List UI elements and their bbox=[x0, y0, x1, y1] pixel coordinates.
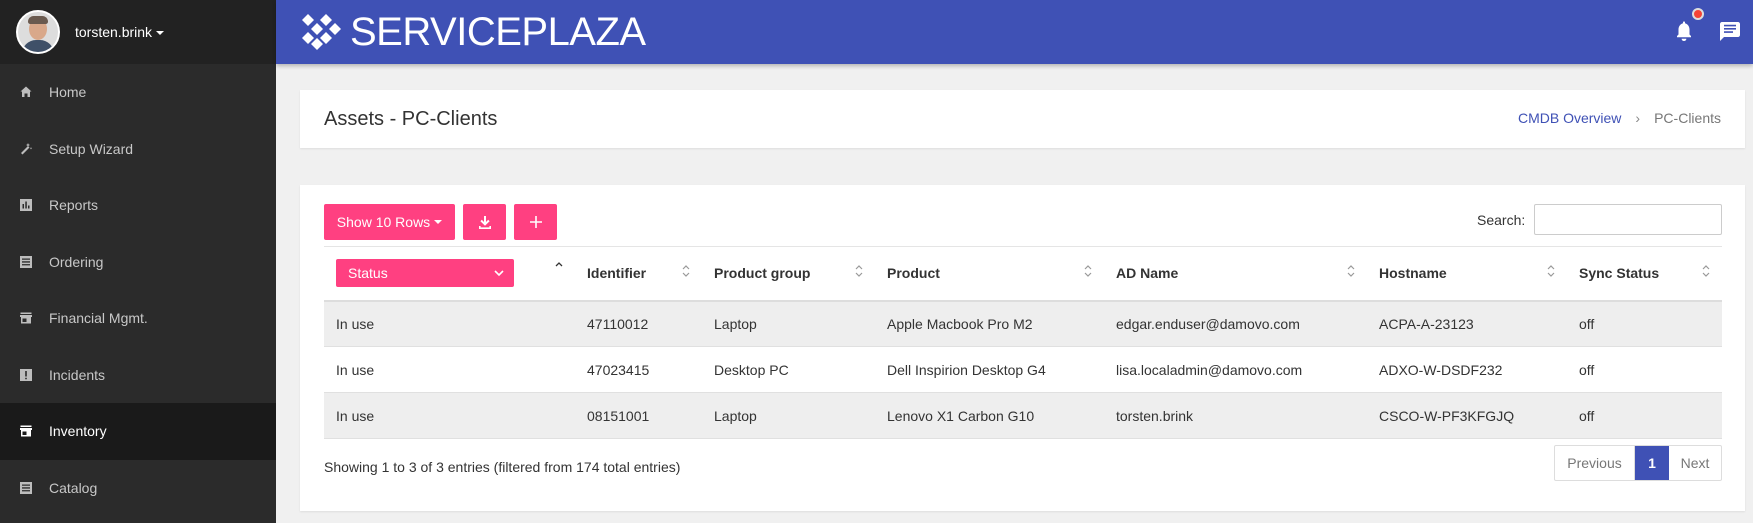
username[interactable]: torsten.brink bbox=[75, 24, 165, 40]
download-icon bbox=[478, 216, 491, 229]
sidebar-item-reports[interactable]: Reports bbox=[0, 177, 276, 234]
sidebar-item-financial-mgmt[interactable]: Financial Mgmt. bbox=[0, 290, 276, 347]
column-header-product[interactable]: Product bbox=[875, 247, 1104, 301]
sidebar-item-label: Financial Mgmt. bbox=[49, 310, 148, 327]
column-header-product-group[interactable]: Product group bbox=[702, 247, 875, 301]
chat-icon[interactable] bbox=[1719, 21, 1741, 42]
breadcrumb-link-cmdb-overview[interactable]: CMDB Overview bbox=[1518, 110, 1621, 126]
sidebar-item-catalog[interactable]: Catalog bbox=[0, 460, 276, 517]
sort-icon bbox=[1084, 265, 1092, 277]
sort-icon bbox=[1347, 265, 1355, 277]
store-icon bbox=[20, 312, 32, 324]
logo-arrows-icon bbox=[302, 14, 341, 50]
table-row[interactable]: In use 47023415 Desktop PC Dell Inspirio… bbox=[324, 346, 1722, 393]
sidebar-item-label: Ordering bbox=[49, 253, 104, 270]
sidebar-item-label: Setup Wizard bbox=[49, 140, 134, 157]
add-button[interactable] bbox=[514, 204, 557, 240]
cell-sync-status: off bbox=[1579, 315, 1595, 332]
cell-ad-name: lisa.localadmin@damovo.com bbox=[1116, 361, 1303, 378]
cell-hostname: ADXO-W-DSDF232 bbox=[1379, 361, 1503, 378]
sidebar-item-label: Inventory bbox=[49, 423, 107, 440]
notification-bell-icon[interactable] bbox=[1673, 20, 1695, 42]
cell-ad-name: torsten.brink bbox=[1116, 407, 1194, 424]
breadcrumb-separator: › bbox=[1635, 110, 1641, 126]
cell-status: In use bbox=[336, 407, 375, 424]
search-label: Search: bbox=[1477, 212, 1526, 228]
download-button[interactable] bbox=[463, 204, 506, 240]
sidebar-item-home[interactable]: Home bbox=[0, 64, 276, 121]
cell-product: Dell Inspirion Desktop G4 bbox=[887, 361, 1046, 378]
column-header-sync-status[interactable]: Sync Status bbox=[1567, 247, 1722, 301]
search-input[interactable] bbox=[1534, 204, 1722, 235]
list-icon bbox=[20, 255, 32, 268]
sort-icon bbox=[1702, 265, 1710, 277]
page-header: Assets - PC-Clients CMDB Overview › PC-C… bbox=[300, 90, 1745, 148]
sort-icon bbox=[1547, 265, 1555, 277]
cell-identifier: 47110012 bbox=[587, 315, 649, 332]
cell-product-group: Desktop PC bbox=[714, 361, 789, 378]
cell-product: Lenovo X1 Carbon G10 bbox=[887, 407, 1035, 424]
wand-icon bbox=[20, 142, 32, 155]
table-header-row: Status Identifier Product group Product … bbox=[324, 246, 1722, 301]
sidebar-item-label: Home bbox=[49, 84, 87, 101]
cell-identifier: 08151001 bbox=[587, 407, 650, 424]
breadcrumb-current: PC-Clients bbox=[1654, 110, 1721, 126]
cell-ad-name: edgar.enduser@damovo.com bbox=[1116, 315, 1300, 332]
caret-down-icon bbox=[156, 31, 165, 36]
breadcrumb: CMDB Overview › PC-Clients bbox=[1518, 110, 1721, 126]
pagination-next[interactable]: Next bbox=[1669, 446, 1721, 480]
table-info: Showing 1 to 3 of 3 entries (filtered fr… bbox=[324, 459, 681, 475]
pagination: Previous 1 Next bbox=[1554, 445, 1722, 481]
cell-sync-status: off bbox=[1579, 407, 1595, 424]
avatar[interactable] bbox=[16, 10, 60, 54]
sidebar-item-label: Incidents bbox=[49, 366, 106, 383]
pagination-page-1[interactable]: 1 bbox=[1635, 446, 1669, 480]
column-header-ad-name[interactable]: AD Name bbox=[1104, 247, 1367, 301]
column-header-hostname[interactable]: Hostname bbox=[1367, 247, 1567, 301]
assets-table: Status Identifier Product group Product … bbox=[324, 246, 1722, 439]
cell-product-group: Laptop bbox=[714, 407, 757, 424]
show-rows-button[interactable]: Show 10 Rows bbox=[324, 204, 455, 240]
sidebar-item-incidents[interactable]: Incidents bbox=[0, 347, 276, 404]
column-header-status[interactable]: Status bbox=[324, 247, 575, 301]
sort-icon bbox=[682, 265, 690, 277]
page-title: Assets - PC-Clients bbox=[324, 108, 498, 130]
brand-logo[interactable]: SERVICEPLAZA bbox=[300, 10, 646, 54]
sidebar-item-setup-wizard[interactable]: Setup Wizard bbox=[0, 121, 276, 178]
sidebar-nav: Home Setup Wizard Reports Ordering Finan… bbox=[0, 64, 276, 516]
cell-product: Apple Macbook Pro M2 bbox=[887, 315, 1033, 332]
list-icon bbox=[20, 481, 32, 494]
chart-icon bbox=[20, 199, 32, 212]
column-header-identifier[interactable]: Identifier bbox=[575, 247, 702, 301]
sort-icon bbox=[855, 265, 863, 277]
cell-status: In use bbox=[336, 315, 375, 332]
status-filter-select[interactable]: Status bbox=[336, 259, 514, 288]
cell-status: In use bbox=[336, 361, 375, 378]
alert-icon bbox=[20, 368, 32, 381]
cell-identifier: 47023415 bbox=[587, 361, 650, 378]
cell-sync-status: off bbox=[1579, 361, 1595, 378]
brand-name: SERVICEPLAZA bbox=[350, 10, 646, 54]
cell-hostname: CSCO-W-PF3KFGJQ bbox=[1379, 407, 1515, 424]
sidebar-item-label: Reports bbox=[49, 197, 99, 214]
user-menu[interactable]: torsten.brink bbox=[0, 0, 276, 64]
cell-product-group: Laptop bbox=[714, 315, 757, 332]
store-icon bbox=[20, 425, 32, 437]
pagination-previous[interactable]: Previous bbox=[1555, 446, 1635, 480]
cell-hostname: ACPA-A-23123 bbox=[1379, 315, 1474, 332]
table-row[interactable]: In use 08151001 Laptop Lenovo X1 Carbon … bbox=[324, 392, 1722, 439]
top-bar: SERVICEPLAZA bbox=[276, 0, 1753, 64]
chevron-down-icon bbox=[494, 270, 504, 277]
plus-icon bbox=[529, 216, 542, 228]
home-icon bbox=[20, 86, 32, 98]
notification-badge bbox=[1692, 8, 1704, 20]
sidebar-item-ordering[interactable]: Ordering bbox=[0, 234, 276, 291]
sort-icon[interactable] bbox=[555, 261, 563, 275]
sidebar-item-label: Catalog bbox=[49, 479, 98, 496]
table-row[interactable]: In use 47110012 Laptop Apple Macbook Pro… bbox=[324, 300, 1722, 347]
sidebar-item-inventory[interactable]: Inventory bbox=[0, 403, 276, 460]
caret-down-icon bbox=[434, 220, 443, 224]
sidebar: torsten.brink Home Setup Wizard Reports … bbox=[0, 0, 276, 523]
